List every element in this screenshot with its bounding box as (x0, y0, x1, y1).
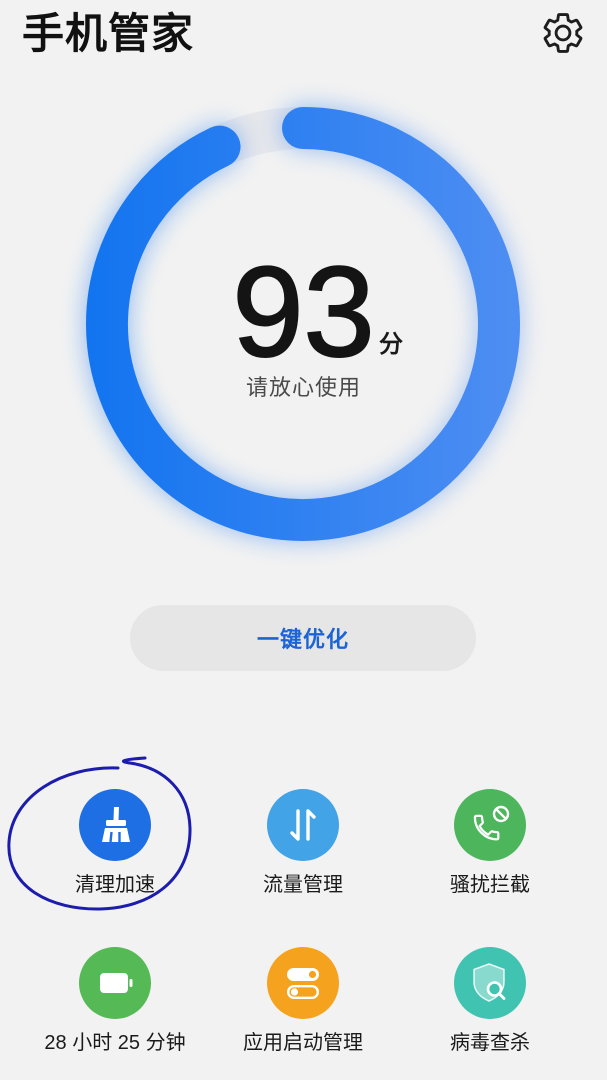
tool-tile-data-traffic[interactable]: 流量管理 (208, 789, 398, 901)
tool-tile-battery[interactable]: 28 小时 25 分钟 (20, 947, 210, 1059)
score-unit: 分 (379, 331, 403, 358)
virus-scan-icon (473, 963, 506, 1002)
tool-icon-circle (79, 789, 151, 861)
phone-manager-screen: { "header": { "title": "手机管家", "settings… (0, 0, 607, 1080)
app-launch-icon (287, 968, 320, 1000)
call-block-icon (473, 805, 510, 841)
tool-label: 骚扰拦截 (450, 874, 530, 896)
data-traffic-icon (290, 809, 316, 841)
tool-tile-cleanup[interactable]: 清理加速 (20, 789, 210, 901)
score-value: 93 (231, 241, 375, 384)
score-status-text: 请放心使用 (245, 375, 361, 400)
tool-icon-circle (454, 789, 526, 861)
gear-icon[interactable] (540, 10, 586, 56)
tool-tile-call-block[interactable]: 骚扰拦截 (395, 789, 585, 901)
settings-button[interactable] (540, 10, 586, 56)
tool-tile-virus-scan[interactable]: 病毒查杀 (395, 947, 585, 1059)
tool-tile-app-launch[interactable]: 应用启动管理 (208, 947, 398, 1059)
tool-icon-circle (267, 789, 339, 861)
tool-icon-circle (79, 947, 151, 1019)
tool-label: 28 小时 25 分钟 (44, 1032, 186, 1054)
tool-icon-circle (267, 947, 339, 1019)
tool-icon-circle (454, 947, 526, 1019)
page-title: 手机管家 (22, 10, 195, 57)
main-screen: 手机管家 93 分 请放心使用 一键优化 清理加速 流量管理 骚扰拦截 28 小… (0, 0, 607, 1080)
tool-label: 流量管理 (263, 874, 343, 896)
broom-icon (102, 807, 130, 843)
tool-label: 病毒查杀 (450, 1032, 530, 1054)
tool-label: 清理加速 (75, 874, 155, 896)
tool-label: 应用启动管理 (243, 1032, 363, 1054)
battery-icon (100, 973, 133, 993)
one-tap-optimize-button[interactable]: 一键优化 (130, 605, 476, 671)
